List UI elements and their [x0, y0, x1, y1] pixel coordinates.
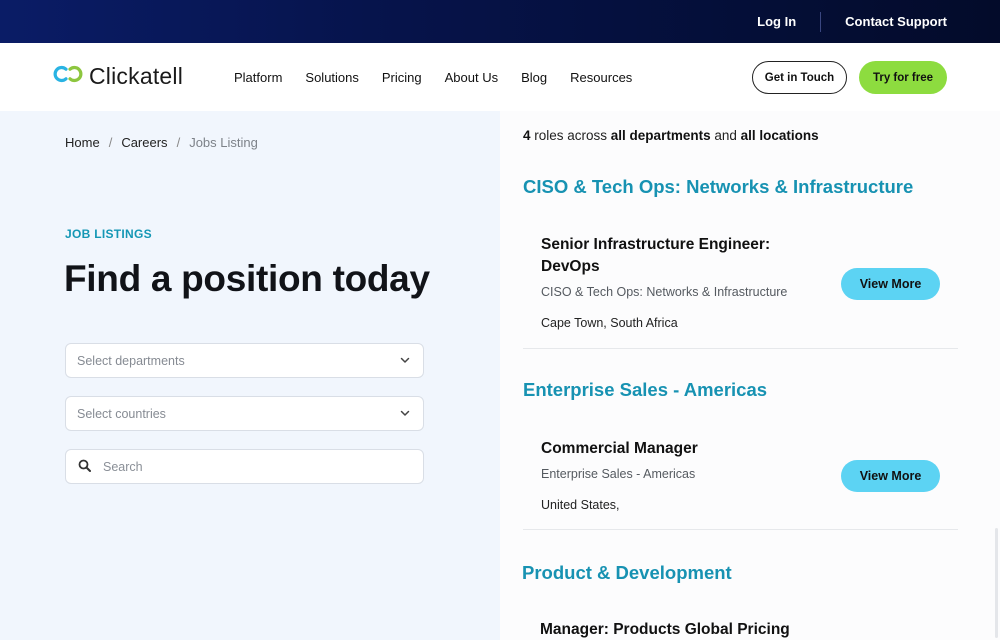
breadcrumb-separator: / [108, 135, 113, 150]
nav-resources[interactable]: Resources [570, 70, 632, 85]
job-title[interactable]: Senior Infrastructure Engineer: DevOps [541, 234, 770, 278]
breadcrumb-careers[interactable]: Careers [121, 135, 167, 150]
top-utility-bar: Log In Contact Support [0, 0, 1000, 43]
summary-text: roles across [530, 128, 611, 143]
logo-text: Clickatell [89, 63, 184, 89]
job-listings-panel: 4 roles across all departments and all l… [500, 111, 1000, 640]
breadcrumb-separator: / [176, 135, 181, 150]
job-card: Manager: Products Global Pricing [523, 608, 958, 640]
page-scrollbar[interactable] [995, 528, 998, 638]
chevron-down-icon [399, 354, 411, 366]
summary-departments: all departments [610, 128, 711, 143]
countries-select-placeholder: Select countries [77, 406, 166, 421]
topbar-divider [820, 11, 822, 32]
job-title-line: DevOps [541, 258, 600, 275]
chevron-down-icon [399, 407, 411, 419]
search-field[interactable] [65, 449, 424, 484]
departments-select-placeholder: Select departments [77, 353, 185, 368]
view-more-button[interactable]: View More [841, 268, 940, 300]
summary-locations: all locations [740, 128, 819, 143]
results-summary: 4 roles across all departments and all l… [523, 128, 819, 143]
job-title-line: Senior Infrastructure Engineer: [541, 236, 771, 253]
page-title: Find a position today [64, 258, 430, 299]
nav-blog[interactable]: Blog [521, 70, 547, 85]
logo[interactable]: Clickatell [53, 63, 183, 90]
nav-links: Platform Solutions Pricing About Us Blog… [234, 43, 655, 111]
nav-solutions[interactable]: Solutions [305, 70, 358, 85]
countries-select[interactable]: Select countries [65, 396, 424, 431]
department-heading: CISO & Tech Ops: Networks & Infrastructu… [523, 176, 914, 197]
job-title[interactable]: Manager: Products Global Pricing [540, 619, 790, 640]
department-heading: Product & Development [522, 562, 732, 583]
nav-about-us[interactable]: About Us [445, 70, 498, 85]
department-heading: Enterprise Sales - Americas [523, 379, 768, 400]
get-in-touch-button[interactable]: Get in Touch [752, 61, 847, 94]
job-card: Senior Infrastructure Engineer: DevOps C… [523, 223, 958, 349]
departments-select[interactable]: Select departments [65, 343, 424, 378]
breadcrumb-home[interactable]: Home [65, 135, 100, 150]
breadcrumb-current: Jobs Listing [189, 135, 258, 150]
linked-rings-icon [53, 64, 83, 89]
breadcrumb: Home / Careers / Jobs Listing [65, 135, 258, 150]
job-department: CISO & Tech Ops: Networks & Infrastructu… [541, 285, 788, 299]
summary-text: and [710, 128, 741, 143]
job-card: Commercial Manager Enterprise Sales - Am… [523, 426, 958, 530]
job-location: United States, [541, 498, 620, 512]
contact-support-link[interactable]: Contact Support [845, 14, 947, 29]
search-input[interactable] [103, 459, 403, 474]
search-icon [78, 459, 91, 475]
nav-platform[interactable]: Platform [234, 70, 282, 85]
view-more-button[interactable]: View More [841, 460, 940, 492]
hero-filter-panel: Home / Careers / Jobs Listing JOB LISTIN… [0, 111, 500, 640]
job-department: Enterprise Sales - Americas [541, 467, 696, 481]
section-eyebrow: JOB LISTINGS [65, 227, 152, 241]
job-location: Cape Town, South Africa [541, 316, 678, 330]
results-count: 4 [523, 128, 531, 143]
login-link[interactable]: Log In [757, 14, 796, 29]
job-title[interactable]: Commercial Manager [541, 438, 698, 460]
try-for-free-button[interactable]: Try for free [859, 61, 947, 94]
main-navbar: Clickatell Platform Solutions Pricing Ab… [0, 43, 1000, 111]
nav-pricing[interactable]: Pricing [382, 70, 422, 85]
